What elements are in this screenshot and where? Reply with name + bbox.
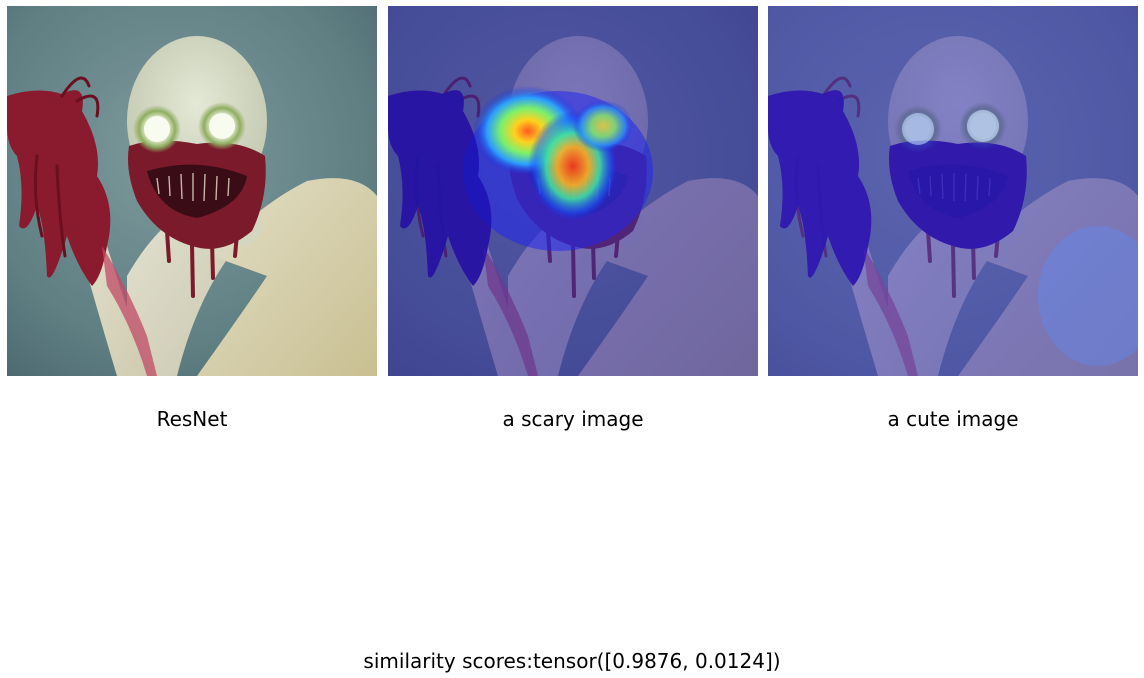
panel-caption: a cute image <box>887 407 1019 431</box>
similarity-scores: similarity scores:tensor([0.9876, 0.0124… <box>363 649 781 673</box>
panel-caption: ResNet <box>156 407 228 431</box>
original-painting <box>7 6 377 376</box>
saliency-heatmap-cute <box>768 6 1138 376</box>
cute-heatmap-image <box>768 6 1138 376</box>
panel-caption: a scary image <box>502 407 644 431</box>
original-image <box>7 6 377 376</box>
scary-heatmap-image <box>388 6 758 376</box>
saliency-heatmap-scary <box>388 6 758 376</box>
